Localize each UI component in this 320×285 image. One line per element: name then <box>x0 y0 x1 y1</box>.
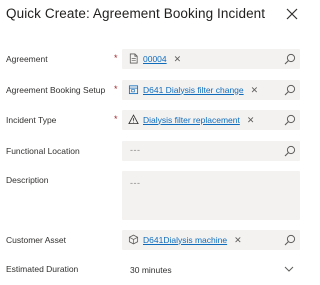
required-indicator: * <box>114 114 118 124</box>
description-placeholder: --- <box>130 178 141 188</box>
functional-location-lookup[interactable]: --- <box>122 141 300 161</box>
estimated-duration-select[interactable]: 30 minutes <box>122 260 300 280</box>
customer-asset-lookup[interactable]: D641Dialysis machine ✕ <box>122 230 300 250</box>
customer-asset-label: Customer Asset <box>6 235 66 245</box>
estimated-duration-value: 30 minutes <box>130 265 172 275</box>
search-icon[interactable] <box>284 84 296 96</box>
dialog-header: Quick Create: Agreement Booking Incident <box>0 0 306 34</box>
functional-location-placeholder: --- <box>130 145 141 155</box>
chevron-down-icon[interactable] <box>284 265 294 273</box>
remove-customer-asset-button[interactable]: ✕ <box>234 235 242 245</box>
agreement-link[interactable]: 00004 <box>143 54 167 64</box>
remove-incident-type-button[interactable]: ✕ <box>247 115 255 125</box>
asset-icon <box>128 234 139 245</box>
search-icon[interactable] <box>284 53 296 65</box>
incident-type-link[interactable]: Dialysis filter replacement <box>143 115 240 125</box>
close-icon[interactable] <box>284 6 300 22</box>
booking-setup-link[interactable]: D641 Dialysis filter change <box>143 85 244 95</box>
booking-setup-label: Agreement Booking Setup <box>6 85 106 95</box>
description-label: Description <box>6 175 49 185</box>
dialog-title: Quick Create: Agreement Booking Incident <box>6 6 266 21</box>
required-indicator: * <box>114 84 118 94</box>
functional-location-label: Functional Location <box>6 146 80 156</box>
calendar-icon <box>128 85 139 95</box>
customer-asset-link[interactable]: D641Dialysis machine <box>143 235 227 245</box>
search-icon[interactable] <box>284 145 296 157</box>
document-icon <box>129 53 138 64</box>
description-textarea[interactable]: --- <box>122 171 300 220</box>
agreement-label: Agreement <box>6 54 48 64</box>
remove-booking-setup-button[interactable]: ✕ <box>251 85 259 95</box>
agreement-lookup[interactable]: 00004 ✕ <box>122 49 300 69</box>
search-icon[interactable] <box>284 114 296 126</box>
remove-agreement-button[interactable]: ✕ <box>174 54 182 64</box>
incident-type-label: Incident Type <box>6 115 57 125</box>
required-indicator: * <box>114 53 118 63</box>
estimated-duration-label: Estimated Duration <box>6 264 79 274</box>
booking-setup-lookup[interactable]: D641 Dialysis filter change ✕ <box>122 80 300 100</box>
warning-icon <box>128 114 139 125</box>
incident-type-lookup[interactable]: Dialysis filter replacement ✕ <box>122 110 300 130</box>
search-icon[interactable] <box>284 234 296 246</box>
